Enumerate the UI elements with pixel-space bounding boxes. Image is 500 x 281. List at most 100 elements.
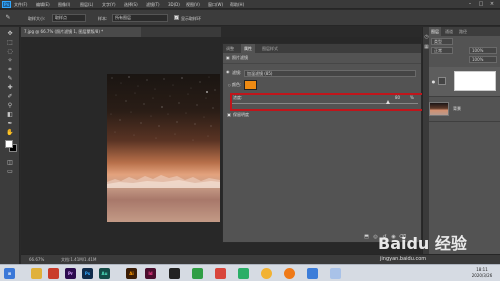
- illustrator-icon[interactable]: Ai: [126, 268, 137, 279]
- quick-mask-icon[interactable]: ◫: [5, 159, 15, 167]
- browser-icon[interactable]: [284, 268, 295, 279]
- zoom-level[interactable]: 66.67%: [29, 257, 44, 263]
- layer-row-background[interactable]: 背景: [429, 98, 500, 122]
- baidu-watermark-text: Baidu 经验: [378, 234, 467, 253]
- fill-field[interactable]: 100%: [469, 56, 497, 63]
- taskbar-clock[interactable]: 18:11 2020/3/26: [466, 267, 498, 279]
- clip-to-layer-icon[interactable]: ⬒: [363, 234, 370, 240]
- pdf-reader-icon[interactable]: [48, 268, 59, 279]
- layers-tabs: 图层 通道 路径: [429, 27, 500, 36]
- eyedropper-tool-icon[interactable]: ✎: [5, 75, 15, 83]
- radio-icon[interactable]: ○: [228, 82, 231, 88]
- media-player-icon[interactable]: [169, 268, 180, 279]
- game-icon[interactable]: [192, 268, 203, 279]
- red-app-icon[interactable]: [215, 268, 226, 279]
- adjustment-icon: ▣: [226, 55, 230, 60]
- baidu-watermark: Baidu 经验: [378, 234, 474, 256]
- layers-panel: 图层 通道 路径 类型 正常 100% 100% ● 背景: [429, 27, 500, 254]
- preserve-luminosity-label: 保留明度: [233, 112, 249, 117]
- baidu-watermark-url: jingyan.baidu.com: [380, 256, 427, 262]
- lasso-tool-icon[interactable]: ◌: [5, 48, 15, 56]
- crop-tool-icon[interactable]: ⌗: [5, 66, 15, 74]
- menu-window[interactable]: 窗口(W): [208, 2, 223, 7]
- menu-edit[interactable]: 编辑(E): [36, 2, 50, 7]
- document-size: 文档:1.41M/1.41M: [61, 257, 97, 262]
- menu-view[interactable]: 视图(V): [186, 2, 200, 7]
- foreground-color-swatch[interactable]: [5, 140, 13, 148]
- healing-brush-icon[interactable]: ✚: [5, 84, 15, 92]
- menu-layer[interactable]: 图层(L): [80, 2, 93, 7]
- wechat-icon[interactable]: [238, 268, 249, 279]
- tab-layer-styles[interactable]: 图层样式: [259, 44, 281, 53]
- sample-size-label: 取样大小:: [28, 16, 46, 21]
- filter-color-swatch[interactable]: [244, 80, 257, 90]
- chrome-icon[interactable]: [261, 268, 272, 279]
- density-value[interactable]: 80: [395, 95, 400, 101]
- density-slider-thumb[interactable]: [386, 100, 390, 104]
- tab-properties[interactable]: 属性: [241, 44, 255, 53]
- eye-icon[interactable]: ●: [431, 79, 436, 84]
- menu-filter[interactable]: 滤镜(T): [146, 2, 160, 7]
- brush-tool-icon[interactable]: ✐: [5, 93, 15, 101]
- sample-label: 样本:: [98, 16, 108, 21]
- clone-stamp-icon[interactable]: ⚲: [5, 102, 15, 110]
- menu-image[interactable]: 图像(I): [58, 2, 70, 7]
- start-button[interactable]: ⊞: [4, 268, 15, 279]
- tab-adjustments[interactable]: 调整: [223, 44, 237, 53]
- photoshop-logo: Ps: [2, 1, 11, 8]
- blue-app-icon[interactable]: [307, 268, 318, 279]
- filter-select[interactable]: 加温滤镜 (85): [244, 70, 416, 77]
- close-button[interactable]: ×: [488, 1, 496, 7]
- opacity-field[interactable]: 100%: [469, 47, 497, 54]
- hand-tool-icon[interactable]: ✋: [5, 129, 15, 137]
- premiere-icon[interactable]: Pr: [65, 268, 76, 279]
- sample-select[interactable]: 所有图层: [112, 14, 168, 22]
- document-tabs: 7.jpg @ 66.7% (照片滤镜 1, 图层蒙版/8) *: [21, 27, 221, 37]
- menu-type[interactable]: 文字(Y): [102, 2, 116, 7]
- density-label: 浓度:: [233, 95, 243, 100]
- document-image[interactable]: [107, 74, 220, 222]
- minimize-button[interactable]: –: [466, 1, 474, 7]
- tab-paths[interactable]: 路径: [457, 27, 469, 36]
- menu-bar: Ps 文件(F) 编辑(E) 图像(I) 图层(L) 文字(Y) 选择(S) 滤…: [0, 0, 500, 9]
- screen-mode-icon[interactable]: ▭: [5, 168, 15, 176]
- snowy-ridge: [107, 175, 220, 188]
- tab-channels[interactable]: 通道: [443, 27, 455, 36]
- menu-help[interactable]: 帮助(H): [230, 2, 244, 7]
- eraser-tool-icon[interactable]: ◧: [5, 111, 15, 119]
- sample-size-select[interactable]: 取样点: [52, 14, 86, 22]
- maximize-button[interactable]: □: [477, 1, 485, 7]
- windows-taskbar: ⊞ Pr Ps Au Ai Id 18:11 2020/3/26: [0, 264, 500, 281]
- tools-panel: ✥ ⬚ ◌ ✧ ⌗ ✎ ✚ ✐ ⚲ ◧ ✒ ✋ ◫ ▭: [0, 27, 20, 264]
- eyedropper-icon[interactable]: ✎: [4, 14, 12, 22]
- preserve-luminosity-checkbox[interactable]: [227, 113, 231, 117]
- light-app-icon[interactable]: [330, 268, 341, 279]
- photoshop-taskbar-icon[interactable]: Ps: [82, 268, 93, 279]
- blend-mode-select[interactable]: 正常: [431, 47, 453, 54]
- background-layer-name: 背景: [453, 106, 461, 111]
- audition-icon[interactable]: Au: [99, 268, 110, 279]
- indesign-icon[interactable]: Id: [145, 268, 156, 279]
- background-layer-thumbnail: [429, 102, 449, 116]
- layer-mask-thumbnail[interactable]: [454, 71, 496, 91]
- density-unit: %: [410, 95, 414, 100]
- marquee-tool-icon[interactable]: ⬚: [5, 39, 15, 47]
- filter-select-value: 加温滤镜 (85): [247, 71, 273, 76]
- show-ring-label: 显示取样环: [181, 16, 201, 21]
- pen-tool-icon[interactable]: ✒: [5, 120, 15, 128]
- star-field: [110, 76, 216, 141]
- document-tab[interactable]: 7.jpg @ 66.7% (照片滤镜 1, 图层蒙版/8) *: [21, 27, 141, 37]
- quick-select-tool-icon[interactable]: ✧: [5, 57, 15, 65]
- move-tool-icon[interactable]: ✥: [5, 30, 15, 38]
- filter-label: 滤镜:: [232, 70, 242, 75]
- show-ring-checkbox[interactable]: ✓: [174, 15, 179, 20]
- mask-icon[interactable]: ◉: [226, 69, 230, 75]
- layer-kind-filter[interactable]: 类型: [431, 38, 453, 45]
- density-slider-track[interactable]: [232, 103, 418, 104]
- tab-layers[interactable]: 图层: [429, 27, 441, 36]
- menu-3d[interactable]: 3D(D): [168, 2, 180, 7]
- layer-row-photo-filter[interactable]: ●: [429, 67, 500, 97]
- file-explorer-icon[interactable]: [31, 268, 42, 279]
- menu-select[interactable]: 选择(S): [124, 2, 138, 7]
- menu-file[interactable]: 文件(F): [14, 2, 27, 7]
